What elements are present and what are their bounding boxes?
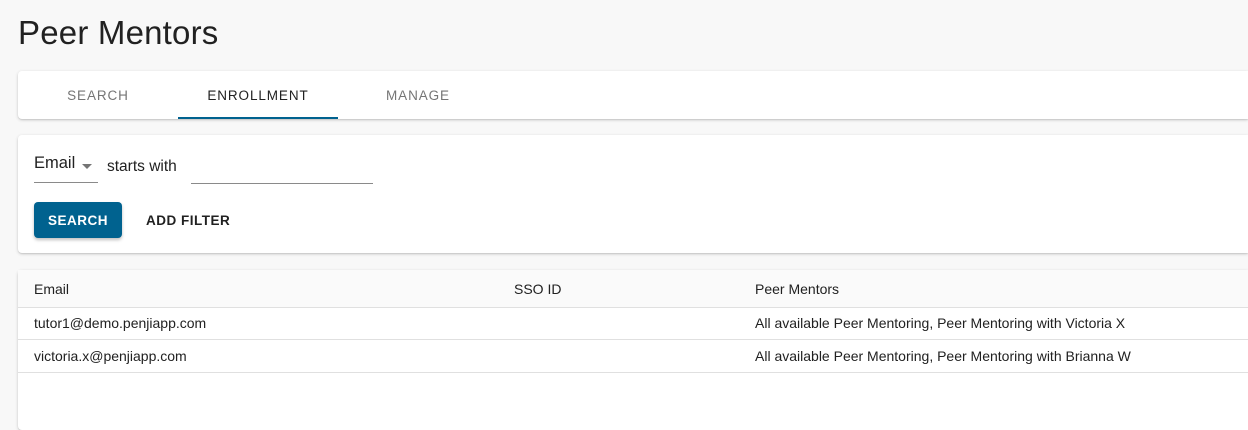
table-row[interactable]: victoria.x@penjiapp.com All available Pe… <box>18 340 1248 373</box>
dropdown-caret-icon <box>82 164 92 169</box>
tab-enrollment[interactable]: ENROLLMENT <box>178 71 338 119</box>
filter-panel: Email starts with SEARCH ADD FILTER <box>18 135 1248 253</box>
filter-field-select[interactable]: Email <box>34 154 98 183</box>
filter-field-value: Email <box>34 154 76 172</box>
cell-peer-mentors: All available Peer Mentoring, Peer Mento… <box>755 315 1126 331</box>
tab-manage[interactable]: MANAGE <box>338 71 498 119</box>
table-header: Email SSO ID Peer Mentors <box>18 270 1248 308</box>
tab-search[interactable]: SEARCH <box>18 71 178 119</box>
table-row[interactable]: tutor1@demo.penjiapp.com All available P… <box>18 307 1248 340</box>
filter-value-input[interactable] <box>191 155 373 184</box>
active-tab-indicator <box>178 117 338 119</box>
results-table: Email SSO ID Peer Mentors tutor1@demo.pe… <box>18 270 1248 430</box>
search-button[interactable]: SEARCH <box>34 202 122 238</box>
add-filter-button[interactable]: ADD FILTER <box>134 202 242 238</box>
page-title: Peer Mentors <box>18 14 219 51</box>
tab-bar: SEARCH ENROLLMENT MANAGE <box>18 71 1248 119</box>
column-header-peer-mentors[interactable]: Peer Mentors <box>755 281 839 297</box>
column-header-sso-id[interactable]: SSO ID <box>514 281 561 297</box>
filter-operator-label: starts with <box>107 158 177 175</box>
cell-peer-mentors: All available Peer Mentoring, Peer Mento… <box>755 348 1131 364</box>
cell-email: tutor1@demo.penjiapp.com <box>34 315 207 331</box>
column-header-email[interactable]: Email <box>34 281 69 297</box>
cell-email: victoria.x@penjiapp.com <box>34 348 187 364</box>
